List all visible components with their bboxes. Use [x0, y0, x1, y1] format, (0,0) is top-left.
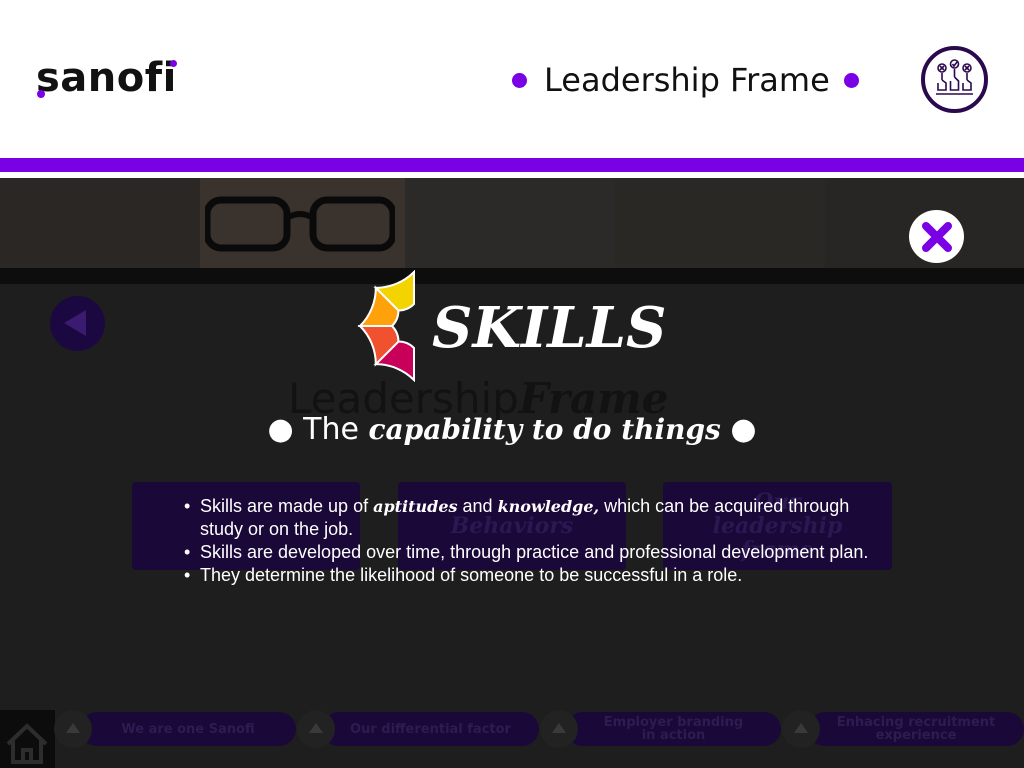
modal-title: SKILLS: [432, 295, 667, 361]
nav-arrow-icon: [297, 710, 335, 748]
back-button[interactable]: [50, 296, 105, 351]
nav-employer-branding[interactable]: Employer branding in action: [566, 712, 781, 746]
skills-gauge-icon: [357, 270, 415, 382]
triangle-up-icon: [66, 723, 80, 733]
logo-accent-dot: [37, 90, 45, 98]
bullet-text-part: Skills are made up of: [200, 496, 374, 516]
skills-bullet-list: • Skills are made up of aptitudes and kn…: [184, 495, 874, 587]
bullet-item: • Skills are developed over time, throug…: [184, 541, 874, 564]
nav-label: We are one Sanofi: [121, 721, 255, 737]
logo-i-dot: [170, 60, 177, 67]
modal-subtitle: ● The capability to do things ●: [0, 410, 1024, 450]
banner-photo: [405, 178, 615, 268]
triangle-up-icon: [794, 723, 808, 733]
page-title: Leadership Frame: [544, 61, 830, 99]
photo-banner: [0, 178, 1024, 268]
bullet-mark: •: [184, 542, 191, 562]
header-accent-band: [0, 158, 1024, 172]
nav-label: Employer branding in action: [603, 715, 744, 743]
bullet-emphasis: aptitudes: [373, 497, 458, 516]
nav-arrow-icon: [782, 710, 820, 748]
bullet-mark: •: [184, 565, 191, 585]
bullet-item: • They determine the likelihood of someo…: [184, 564, 874, 587]
glasses-image: [205, 196, 395, 252]
subtitle-emphasis: capability to do things: [368, 413, 721, 446]
logo-text: sanofi: [36, 55, 177, 101]
nav-label: Our differential factor: [350, 721, 511, 737]
back-arrow-icon: [64, 310, 86, 336]
team-voting-icon[interactable]: [921, 46, 988, 113]
bullet-text: Skills are developed over time, through …: [200, 542, 869, 562]
bullet-text: Skills are made up of aptitudes and know…: [200, 495, 874, 541]
nav-we-are-one-sanofi[interactable]: We are one Sanofi: [80, 712, 296, 746]
nav-arrow-icon: [540, 710, 578, 748]
close-button[interactable]: [909, 210, 964, 263]
close-icon: [921, 221, 952, 252]
home-icon: [6, 723, 48, 764]
bullet-item: • Skills are made up of aptitudes and kn…: [184, 495, 874, 541]
nav-our-differential-factor[interactable]: Our differential factor: [322, 712, 539, 746]
bullet-emphasis: knowledge,: [497, 497, 600, 516]
bullet-text: They determine the likelihood of someone…: [200, 565, 743, 585]
triangle-up-icon: [552, 723, 566, 733]
nav-label: Enhacing recruitment experience: [836, 715, 996, 743]
banner-divider: [0, 268, 1024, 284]
banner-photo: [615, 178, 825, 268]
nav-enhancing-recruitment[interactable]: Enhacing recruitment experience: [808, 712, 1024, 746]
triangle-up-icon: [309, 723, 323, 733]
title-dot-right: [843, 72, 859, 88]
dimmed-background: LeadershipFrame Behaviors Our leadership…: [0, 178, 1024, 768]
bullet-text-part: and: [457, 496, 498, 516]
footer-nav: We are one Sanofi Our differential facto…: [0, 710, 1024, 768]
subtitle-prefix: ● The: [267, 412, 369, 447]
subtitle-suffix: ●: [720, 412, 757, 447]
home-button[interactable]: [0, 710, 55, 768]
bullet-mark: •: [184, 496, 191, 516]
sanofi-logo[interactable]: sanofi: [36, 52, 177, 104]
header: sanofi Leadership Frame: [0, 0, 1024, 158]
nav-arrow-icon: [54, 710, 92, 748]
title-dot-left: [512, 72, 527, 88]
banner-photo: [0, 178, 200, 268]
banner-photo: [200, 178, 405, 268]
header-title-group: Leadership Frame: [512, 58, 859, 102]
